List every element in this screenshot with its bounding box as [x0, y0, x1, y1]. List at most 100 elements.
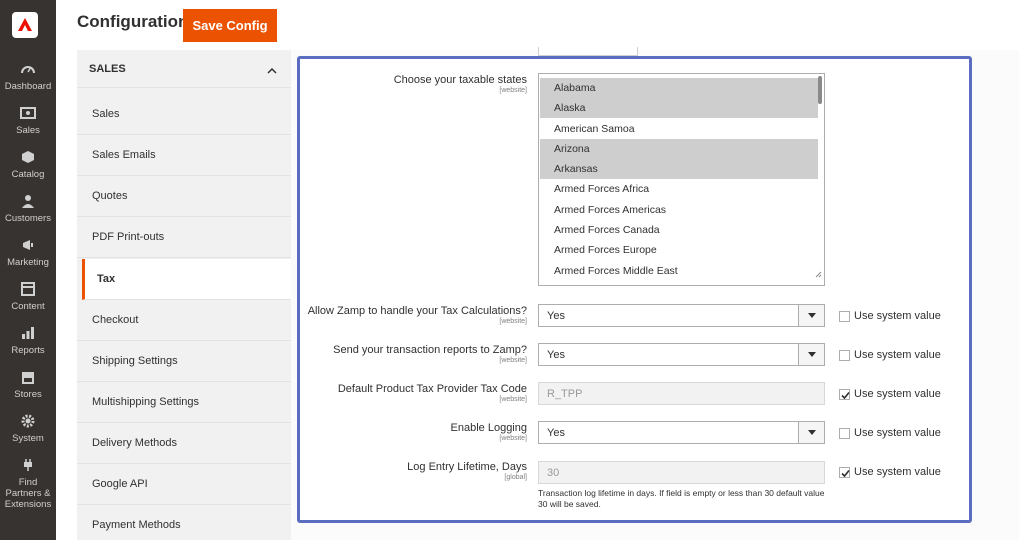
nav-item-stores[interactable]: Stores — [0, 370, 56, 400]
state-option[interactable]: American Samoa — [540, 119, 818, 139]
layout-icon — [0, 282, 56, 298]
cube-icon — [0, 150, 56, 166]
nav-item-marketing[interactable]: Marketing — [0, 238, 56, 268]
tax-calc-select[interactable]: Yes — [538, 304, 825, 327]
nav-label: Reports — [11, 345, 45, 356]
sidebar-item-label: Shipping Settings — [92, 355, 178, 367]
person-icon — [0, 194, 56, 210]
state-option[interactable]: Armed Forces Americas — [540, 200, 818, 220]
sidebar-item-label: Tax — [97, 273, 116, 285]
state-option[interactable]: Alaska — [540, 98, 818, 118]
scope-label: [website] — [499, 357, 527, 364]
sidebar-item-multishipping-settings[interactable]: Multishipping Settings — [77, 382, 291, 423]
checkbox[interactable] — [839, 311, 850, 322]
nav-item-system[interactable]: System — [0, 414, 56, 444]
sidebar-item-pdf-printouts[interactable]: PDF Print-outs — [77, 217, 291, 258]
sidebar-section-title: SALES — [89, 63, 126, 75]
state-option[interactable]: Armed Forces Canada — [540, 220, 818, 240]
logging-label: Enable Logging [website] — [450, 422, 527, 442]
checkbox-checked[interactable] — [839, 389, 850, 400]
tax-code-input[interactable]: R_TPP — [538, 382, 825, 405]
nav-item-catalog[interactable]: Catalog — [0, 150, 56, 180]
tax-code-label: Default Product Tax Provider Tax Code [w… — [337, 383, 527, 403]
bar-chart-icon — [0, 326, 56, 342]
checkbox-checked[interactable] — [839, 467, 850, 478]
scope-label: [global] — [504, 474, 527, 481]
nav-label: Stores — [14, 389, 42, 400]
sidebar-item-shipping-settings[interactable]: Shipping Settings — [77, 341, 291, 382]
state-option[interactable]: Arkansas — [540, 159, 818, 179]
sidebar-item-label: Payment Methods — [92, 519, 181, 531]
page-title: Configuration — [77, 12, 189, 31]
gauge-icon — [0, 62, 56, 78]
state-option[interactable]: Armed Forces Middle East — [540, 261, 818, 281]
logging-select[interactable]: Yes — [538, 421, 825, 444]
lifetime-label: Log Entry Lifetime, Days [global] — [407, 461, 527, 481]
nav-label: Marketing — [7, 257, 49, 268]
taxable-states-multiselect[interactable]: Alabama Alaska American Samoa Arizona Ar… — [538, 73, 825, 286]
scope-label: [website] — [499, 435, 527, 442]
input-value: 30 — [547, 467, 560, 479]
nav-label: Customers — [5, 213, 51, 224]
sidebar-item-label: Sales — [92, 108, 120, 120]
sidebar-item-label: Checkout — [92, 314, 139, 326]
state-option[interactable]: Arizona — [540, 139, 818, 159]
nav-item-reports[interactable]: Reports — [0, 326, 56, 356]
sidebar-item-sales[interactable]: Sales — [77, 94, 291, 135]
scrollbar-thumb[interactable] — [818, 76, 822, 104]
resize-grip-icon[interactable] — [815, 265, 822, 283]
sidebar-item-sales-emails[interactable]: Sales Emails — [77, 135, 291, 176]
plug-icon — [0, 458, 56, 474]
logo-icon[interactable] — [12, 12, 38, 38]
dropdown-arrow-icon[interactable] — [798, 422, 824, 443]
nav-label: Catalog — [11, 169, 45, 180]
sidebar-item-delivery-methods[interactable]: Delivery Methods — [77, 423, 291, 464]
scope-label: [website] — [499, 87, 527, 94]
dollar-icon — [0, 106, 56, 122]
nav-label: Dashboard — [4, 81, 52, 92]
state-option[interactable]: Alabama — [540, 78, 818, 98]
nav-item-dashboard[interactable]: Dashboard — [0, 62, 56, 92]
sidebar-item-label: Quotes — [92, 190, 128, 202]
sidebar-item-google-api[interactable]: Google API — [77, 464, 291, 505]
nav-label: System — [12, 433, 44, 444]
sidebar-item-label: PDF Print-outs — [92, 231, 165, 243]
state-option[interactable]: Armed Forces Africa — [540, 179, 818, 199]
admin-nav: Dashboard Sales Catalog Customers Market… — [0, 0, 56, 540]
nav-item-customers[interactable]: Customers — [0, 194, 56, 224]
checkbox[interactable] — [839, 428, 850, 439]
sidebar-item-quotes[interactable]: Quotes — [77, 176, 291, 217]
scope-label: [website] — [499, 318, 527, 325]
nav-item-partners[interactable]: Find Partners & Extensions — [0, 458, 56, 510]
nav-item-content[interactable]: Content — [0, 282, 56, 312]
lifetime-note: Transaction log lifetime in days. If fie… — [538, 488, 825, 509]
scope-label: [website] — [499, 396, 527, 403]
sidebar-item-tax[interactable]: Tax — [82, 259, 299, 300]
input-value: R_TPP — [547, 388, 583, 400]
sidebar-item-label: Multishipping Settings — [92, 396, 200, 408]
reports-select[interactable]: Yes — [538, 343, 825, 366]
gear-icon — [0, 414, 56, 430]
tax-calc-label: Allow Zamp to handle your Tax Calculatio… — [307, 305, 527, 325]
nav-label: Content — [11, 301, 45, 312]
lifetime-input[interactable]: 30 — [538, 461, 825, 484]
nav-item-sales[interactable]: Sales — [0, 106, 56, 136]
select-value: Yes — [547, 427, 565, 439]
sidebar-item-label: Google API — [92, 478, 148, 490]
state-option[interactable]: Armed Forces Europe — [540, 240, 818, 260]
nav-label: Find Partners & Extensions — [4, 477, 52, 510]
select-value: Yes — [547, 349, 565, 361]
sidebar-item-label: Sales Emails — [92, 149, 156, 161]
dropdown-arrow-icon[interactable] — [798, 344, 824, 365]
previous-field-edge — [538, 47, 638, 56]
config-sidebar: SALES Sales Sales Emails Quotes PDF Prin… — [77, 50, 299, 540]
sidebar-section-header[interactable]: SALES — [77, 50, 291, 88]
sidebar-item-label: Delivery Methods — [92, 437, 177, 449]
nav-label: Sales — [16, 125, 40, 136]
reports-label: Send your transaction reports to Zamp? [… — [333, 344, 527, 364]
save-config-button[interactable]: Save Config — [183, 9, 277, 42]
sidebar-item-checkout[interactable]: Checkout — [77, 300, 291, 341]
sidebar-item-payment-methods[interactable]: Payment Methods — [77, 505, 291, 540]
checkbox[interactable] — [839, 350, 850, 361]
dropdown-arrow-icon[interactable] — [798, 305, 824, 326]
